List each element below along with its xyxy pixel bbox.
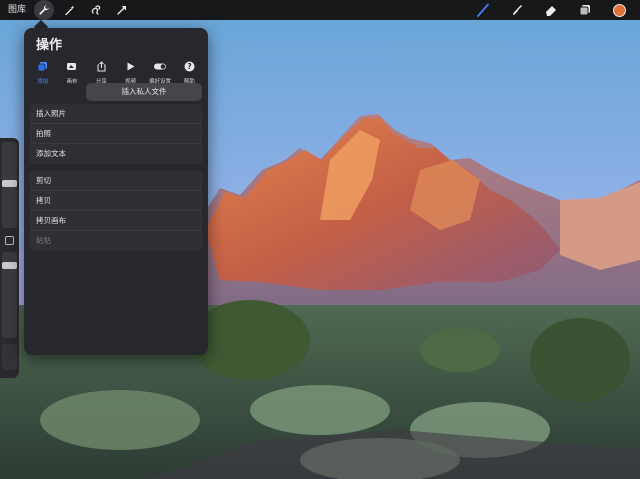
insert-menu-group: 插入照片 拍照 添加文本 — [30, 104, 202, 164]
layers-button[interactable] — [568, 0, 602, 20]
canvas-icon — [67, 62, 77, 70]
brush-icon — [477, 3, 489, 17]
cut-item[interactable]: 剪切 — [30, 171, 202, 191]
actions-button[interactable] — [34, 0, 55, 20]
toolbar-right-group — [466, 0, 636, 20]
copy-item[interactable]: 拷贝 — [30, 191, 202, 211]
svg-text:?: ? — [187, 62, 191, 71]
left-sidebar — [0, 138, 19, 378]
tab-canvas[interactable]: 画布 — [57, 56, 86, 106]
paste-item[interactable]: 粘贴 — [30, 231, 202, 251]
undo-redo-area[interactable] — [2, 344, 17, 370]
insert-private-file-button[interactable]: 插入私人文件 — [86, 83, 202, 101]
eraser-button[interactable] — [534, 0, 568, 20]
help-icon: ? — [184, 61, 195, 71]
brush-button[interactable] — [466, 0, 500, 20]
add-file-icon — [37, 61, 48, 71]
smudge-icon — [513, 5, 522, 15]
video-play-icon — [127, 62, 135, 70]
magic-wand-icon — [65, 5, 75, 16]
brush-size-thumb[interactable] — [2, 180, 17, 187]
transform-arrow-icon — [117, 6, 127, 15]
current-color-swatch — [612, 3, 626, 17]
share-icon — [97, 60, 106, 71]
selection-icon — [91, 5, 101, 15]
modify-button[interactable] — [5, 236, 14, 245]
color-button[interactable] — [602, 0, 636, 20]
toggle-icon — [153, 63, 166, 69]
add-text-item[interactable]: 添加文本 — [30, 144, 202, 164]
take-photo-item[interactable]: 拍照 — [30, 124, 202, 144]
eraser-icon — [546, 6, 556, 16]
actions-panel: 操作 添加 画布 分享 视频 偏好设置 ? 帮助 插入私人文件 插入照片 拍照 — [24, 28, 208, 355]
layers-icon — [579, 5, 590, 16]
adjustments-button[interactable] — [60, 0, 80, 20]
selection-button[interactable] — [86, 0, 106, 20]
tab-add[interactable]: 添加 — [28, 56, 57, 106]
gallery-button[interactable]: 图库 — [0, 0, 34, 20]
copy-canvas-item[interactable]: 拷贝画布 — [30, 211, 202, 231]
actions-title: 操作 — [36, 38, 63, 53]
opacity-thumb[interactable] — [2, 262, 17, 269]
insert-photo-item[interactable]: 插入照片 — [30, 104, 202, 124]
wrench-icon — [39, 5, 49, 15]
smudge-button[interactable] — [500, 0, 534, 20]
top-toolbar: 图库 — [0, 0, 640, 20]
transform-button[interactable] — [112, 0, 132, 20]
edit-menu-group: 剪切 拷贝 拷贝画布 粘贴 — [30, 171, 202, 251]
